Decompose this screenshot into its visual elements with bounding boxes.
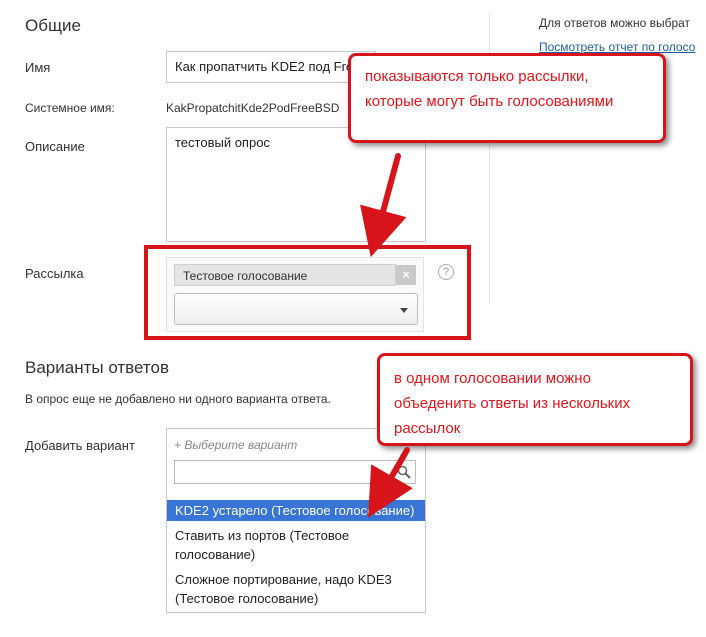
- arrow-to-option: [368, 447, 413, 518]
- annotation-arrows: [360, 153, 413, 518]
- arrow-to-mailing: [360, 153, 407, 258]
